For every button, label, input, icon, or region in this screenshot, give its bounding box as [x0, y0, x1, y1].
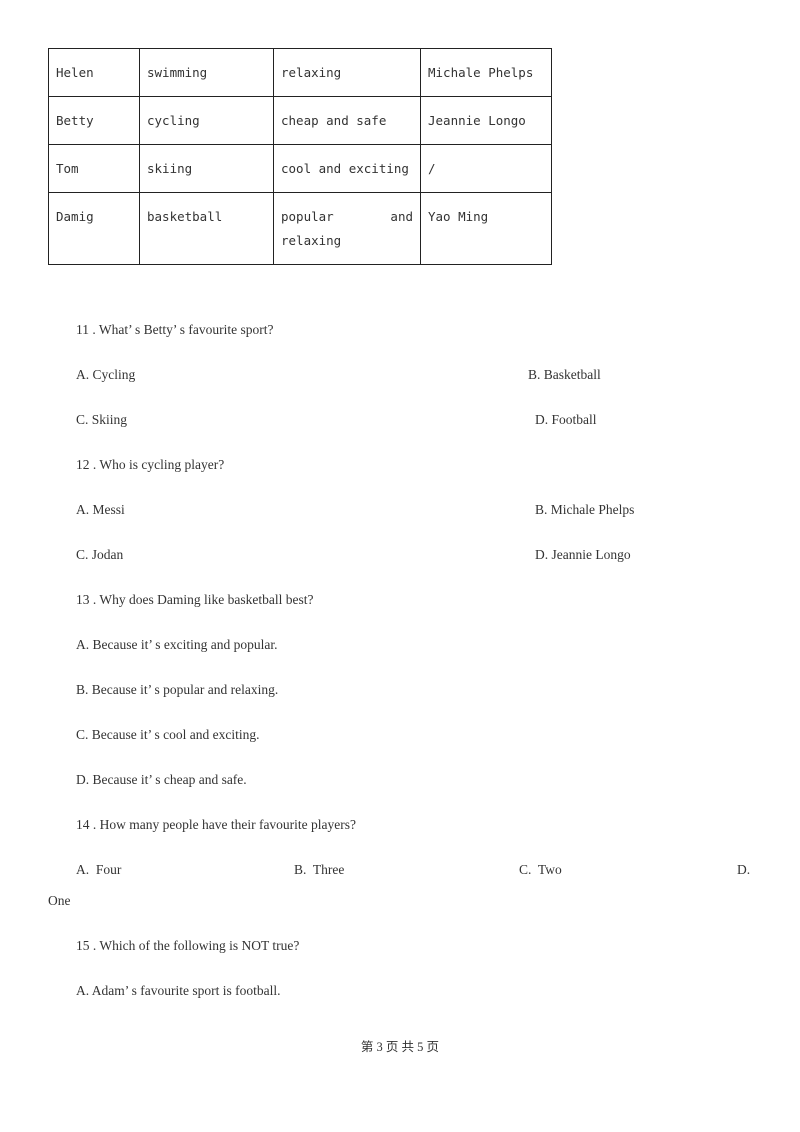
question-text: Who is cycling player? [99, 457, 225, 472]
option-d: D. Football [535, 412, 597, 427]
option-d-continued: One [48, 893, 71, 908]
question-14: 14 . How many people have their favourit… [76, 817, 356, 833]
option-c: C. Two [519, 862, 562, 877]
option-b: B. Because it’ s popular and relaxing. [76, 682, 279, 697]
wrapped-line: relaxing [281, 233, 342, 248]
option-d: D. Jeannie Longo [535, 547, 631, 562]
option-d: D. Because it’ s cheap and safe. [76, 772, 247, 787]
option-c: C. Because it’ s cool and exciting. [76, 727, 260, 742]
table-cell-reason: cool and exciting [273, 144, 421, 193]
table-cell-reason: popular and relaxing [273, 192, 421, 265]
option-a: A. Messi [76, 502, 125, 517]
wrapped-word: popular [281, 209, 334, 224]
table-cell-sport: basketball [139, 192, 274, 265]
table-cell-sport: cycling [139, 96, 274, 145]
table-cell-name: Tom [48, 144, 140, 193]
sports-table: Helen swimming relaxing Michale Phelps B… [48, 48, 552, 265]
table-cell-player: Jeannie Longo [420, 96, 552, 145]
option-b: B. Michale Phelps [535, 502, 635, 517]
option-a: A. Adam’ s favourite sport is football. [76, 983, 281, 998]
option-b: B. Three [294, 862, 345, 877]
option-a: A. Because it’ s exciting and popular. [76, 637, 278, 652]
option-a: A. Cycling [76, 367, 136, 382]
option-b: B. Basketball [528, 367, 601, 382]
question-15: 15 . Which of the following is NOT true? [76, 938, 299, 954]
question-text: How many people have their favourite pla… [99, 817, 357, 832]
table-row: Tom skiing cool and exciting / [48, 144, 552, 193]
question-number: 13 . [76, 592, 97, 607]
option-c: C. Skiing [76, 412, 128, 427]
table-row: Helen swimming relaxing Michale Phelps [48, 48, 552, 97]
question-text: Which of the following is NOT true? [99, 938, 300, 953]
question-text: Why does Daming like basketball best? [99, 592, 314, 607]
table-cell-sport: swimming [139, 48, 274, 97]
table-cell-name: Betty [48, 96, 140, 145]
table-cell-player: Michale Phelps [420, 48, 552, 97]
question-number: 15 . [76, 938, 97, 953]
option-a: A. Four [76, 862, 122, 877]
option-d: D. [737, 862, 751, 877]
table-cell-player: Yao Ming [420, 192, 552, 265]
page-footer: 第 3 页 共 5 页 [360, 1040, 440, 1054]
wrapped-line: popular and [281, 205, 413, 229]
question-11: 11 . What’ s Betty’ s favourite sport? [76, 322, 273, 338]
table-cell-name: Helen [48, 48, 140, 97]
question-12: 12 . Who is cycling player? [76, 457, 224, 473]
wrapped-word: and [390, 209, 413, 224]
question-number: 11 . [76, 322, 96, 337]
question-text: What’ s Betty’ s favourite sport? [98, 322, 274, 337]
table-cell-player: / [420, 144, 552, 193]
question-number: 14 . [76, 817, 97, 832]
table-cell-reason: cheap and safe [273, 96, 421, 145]
table-cell-name: Damig [48, 192, 140, 265]
table-cell-reason: relaxing [273, 48, 421, 97]
table-cell-sport: skiing [139, 144, 274, 193]
table-row: Betty cycling cheap and safe Jeannie Lon… [48, 96, 552, 145]
question-number: 12 . [76, 457, 97, 472]
question-13: 13 . Why does Daming like basketball bes… [76, 592, 313, 608]
table-row: Damig basketball popular and relaxing Ya… [48, 192, 552, 265]
option-c: C. Jodan [76, 547, 124, 562]
